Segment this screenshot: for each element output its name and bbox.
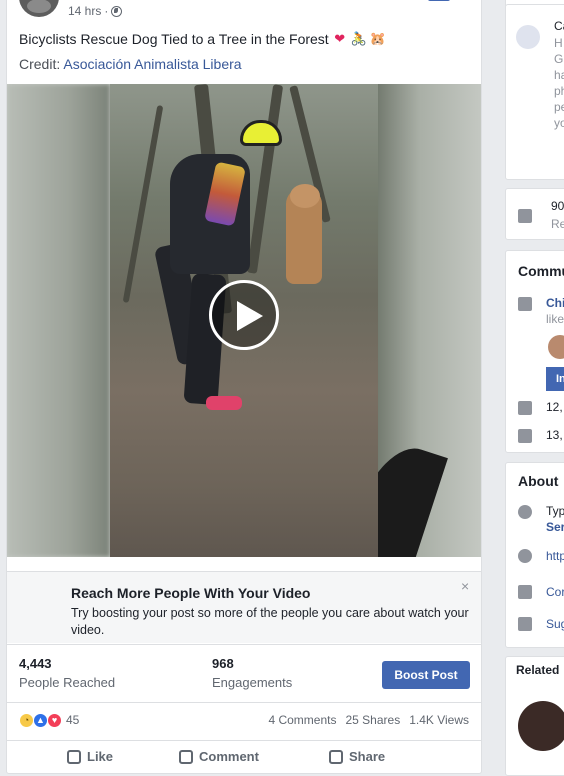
play-icon[interactable]: [209, 280, 279, 350]
messenger-icon: [518, 505, 532, 519]
engagement-counts: 4 Comments 25 Shares 1.4K Views: [268, 713, 469, 727]
group-line: ha: [554, 68, 564, 82]
tree-trunk: [122, 104, 164, 304]
views-count[interactable]: 1.4K Views: [409, 713, 469, 727]
post-insights: 4,443 People Reached 968 Engagements Boo…: [7, 644, 481, 702]
share-icon: [329, 749, 343, 764]
group-line: yo: [554, 116, 564, 130]
thumbs-up-icon: [67, 749, 81, 764]
globe-icon: [518, 549, 532, 563]
reactions-bar: ◔ ▲ ♥ 45 4 Comments 25 Shares 1.4K Views: [7, 702, 481, 740]
sidebar-community-card: Commu Chi like In 12, 13,: [505, 250, 564, 453]
page-avatar[interactable]: [19, 0, 59, 17]
sad-reaction-icon[interactable]: ◔: [19, 713, 34, 728]
invite-button[interactable]: In: [546, 367, 564, 391]
people-reached-label: People Reached: [19, 675, 116, 690]
video-blur-right: [378, 84, 481, 557]
boost-banner: Reach More People With Your Video Try bo…: [7, 571, 481, 643]
engagement-count: 90: [551, 199, 564, 213]
cyclist-figure: [170, 154, 250, 274]
comments-count[interactable]: 4 Comments: [268, 713, 336, 727]
post-credit: Credit: Asociación Animalista Libera: [19, 56, 242, 72]
group-icon: [516, 25, 540, 49]
about-contact[interactable]: Cor: [546, 585, 564, 599]
group-line: ph: [554, 84, 564, 98]
likes-count: 12,: [546, 400, 563, 414]
post-meta: 14 hrs ·: [68, 4, 123, 18]
love-reaction-icon[interactable]: ♥: [47, 713, 62, 728]
group-line: pe: [554, 100, 564, 114]
sidebar-engagement-card: 90 Re: [505, 188, 564, 240]
boost-banner-description: Try boosting your post so more of the pe…: [71, 606, 469, 637]
community-heading: Commu: [518, 263, 564, 279]
related-page-avatar[interactable]: [518, 701, 564, 751]
pencil-icon: [518, 617, 532, 631]
about-suggest[interactable]: Sug: [546, 617, 564, 631]
credit-label: Credit:: [19, 56, 61, 72]
people-reached-value: 4,443: [19, 656, 52, 671]
group-line: H: [554, 36, 563, 50]
chat-icon: [518, 209, 532, 223]
community-item-sub: like: [546, 312, 564, 326]
video-player[interactable]: [7, 84, 481, 557]
about-type-link[interactable]: Ser: [546, 520, 564, 534]
sidebar-group-card: Ca H G ha ph pe yo: [505, 4, 564, 180]
video-blur-left: [7, 84, 110, 557]
boost-banner-title: Reach More People With Your Video: [71, 585, 311, 601]
sidebar-related-card: Related: [505, 656, 564, 776]
engagement-sub: Re: [551, 217, 564, 231]
about-heading: About: [518, 473, 559, 489]
community-item[interactable]: Chi: [546, 296, 564, 310]
follows-count: 13,: [546, 428, 563, 442]
credit-link[interactable]: Asociación Animalista Libera: [63, 56, 241, 72]
close-icon[interactable]: ×: [461, 578, 469, 594]
dog-head: [290, 184, 320, 208]
cycling-shoe: [206, 396, 242, 410]
envelope-icon: [518, 585, 532, 599]
related-heading: Related: [516, 663, 560, 677]
cyclist-emoji: 🚴: [350, 31, 367, 46]
menu-indicator[interactable]: [428, 0, 450, 1]
heart-emoji: ❤: [334, 31, 346, 46]
jersey-stripe: [204, 161, 246, 227]
thumbs-up-icon: [518, 401, 532, 415]
group-title[interactable]: Ca: [554, 19, 564, 33]
meta-separator: ·: [104, 4, 109, 18]
rss-icon: [518, 429, 532, 443]
about-website[interactable]: http: [546, 549, 564, 563]
like-reaction-icon[interactable]: ▲: [33, 713, 48, 728]
group-line: G: [554, 52, 564, 66]
boost-post-button[interactable]: Boost Post: [382, 661, 470, 689]
hamster-emoji: 🐹: [369, 31, 386, 46]
comment-icon: [179, 749, 193, 764]
globe-icon: [111, 5, 123, 17]
engagements-value: 968: [212, 656, 234, 671]
shares-count[interactable]: 25 Shares: [345, 713, 400, 727]
friend-avatar[interactable]: [548, 335, 564, 359]
post-title-text: Bicyclists Rescue Dog Tied to a Tree in …: [19, 31, 329, 47]
post-timestamp[interactable]: 14 hrs: [68, 4, 101, 18]
post-card: 14 hrs · Bicyclists Rescue Dog Tied to a…: [6, 0, 482, 774]
tree-trunk: [246, 84, 284, 274]
about-type: Typ: [546, 504, 564, 518]
post-title: Bicyclists Rescue Dog Tied to a Tree in …: [19, 31, 386, 47]
sidebar-about-card: About Typ Ser http Cor Sug: [505, 462, 564, 648]
people-icon: [518, 297, 532, 311]
reaction-count[interactable]: 45: [66, 713, 79, 727]
post-actions: Like Comment Share: [7, 740, 481, 770]
engagements-label: Engagements: [212, 675, 293, 690]
